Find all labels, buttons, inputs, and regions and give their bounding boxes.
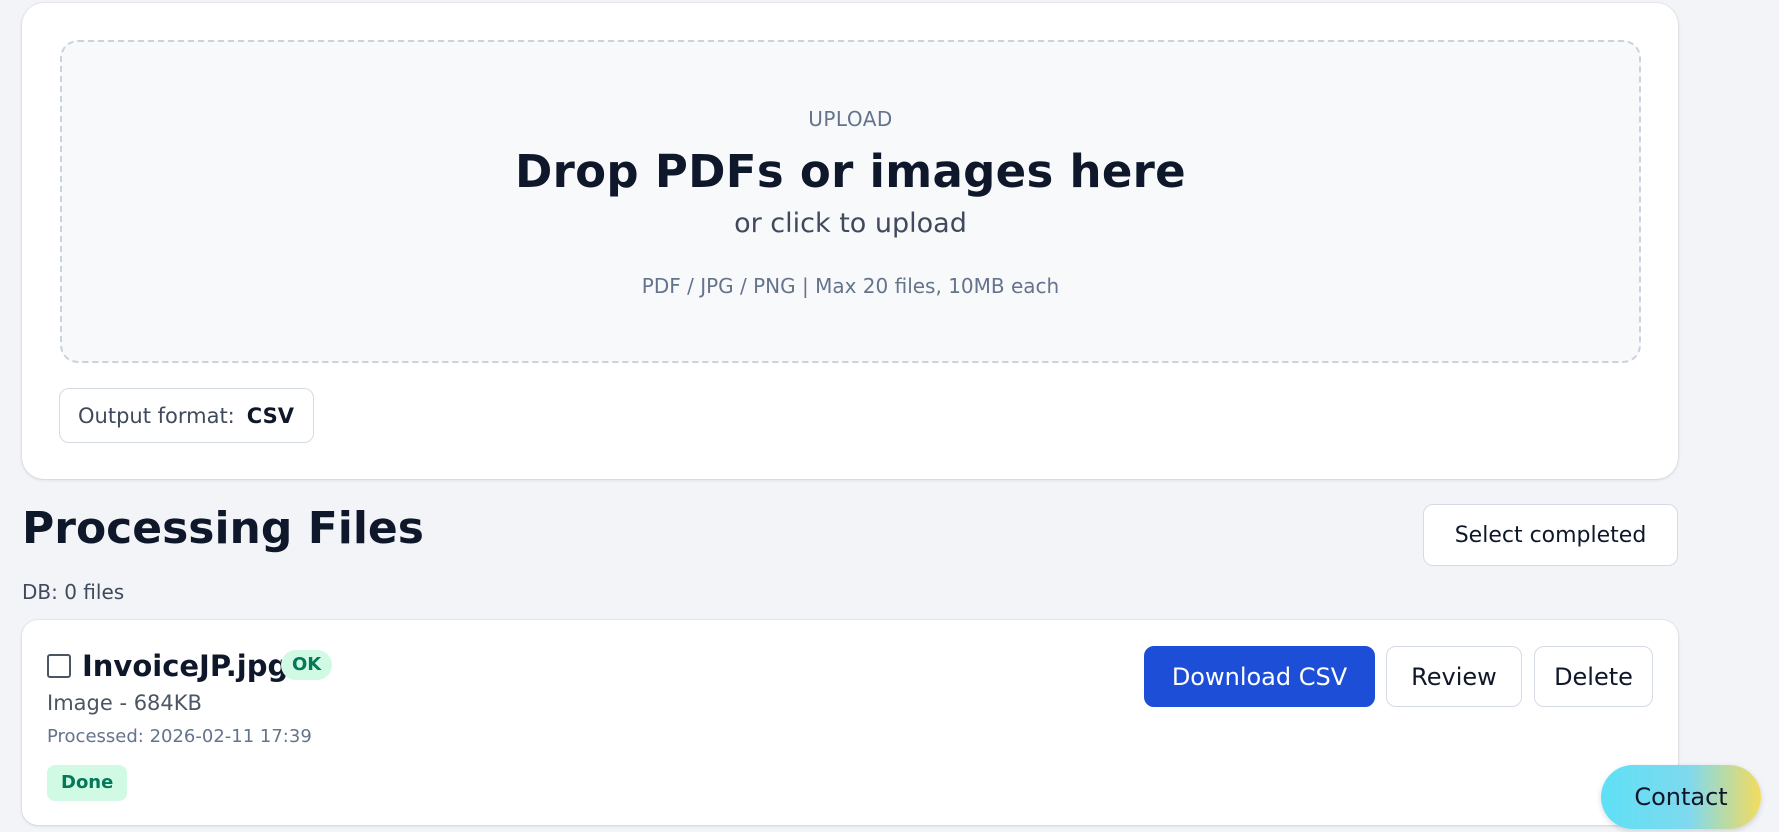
output-format-value: CSV — [246, 403, 294, 428]
upload-title: Drop PDFs or images here — [515, 145, 1186, 198]
file-card: InvoiceJP.jpg OK Image - 684KB Processed… — [22, 620, 1678, 825]
upload-hint: PDF / JPG / PNG | Max 20 files, 10MB eac… — [641, 274, 1060, 298]
upload-dropzone[interactable]: UPLOAD Drop PDFs or images here or click… — [60, 40, 1641, 363]
file-processed-time: Processed: 2026-02-11 17:39 — [47, 726, 312, 747]
upload-eyebrow: UPLOAD — [808, 107, 893, 131]
contact-button[interactable]: Contact — [1601, 765, 1761, 829]
select-completed-button[interactable]: Select completed — [1423, 504, 1678, 566]
output-format-label: Output format: — [78, 403, 235, 428]
file-select-checkbox[interactable] — [47, 654, 71, 678]
upload-card: UPLOAD Drop PDFs or images here or click… — [22, 3, 1678, 479]
file-meta: Image - 684KB — [47, 691, 202, 715]
status-badge: Done — [47, 765, 128, 801]
output-format-selector[interactable]: Output format: CSV — [59, 388, 314, 443]
delete-button[interactable]: Delete — [1534, 646, 1653, 707]
db-file-count: DB: 0 files — [22, 580, 125, 604]
ok-badge: OK — [281, 650, 333, 680]
upload-subtitle: or click to upload — [734, 208, 967, 239]
download-csv-button[interactable]: Download CSV — [1144, 646, 1375, 707]
page-title: Processing Files — [22, 503, 424, 554]
file-name: InvoiceJP.jpg — [82, 649, 289, 683]
review-button[interactable]: Review — [1386, 646, 1522, 707]
